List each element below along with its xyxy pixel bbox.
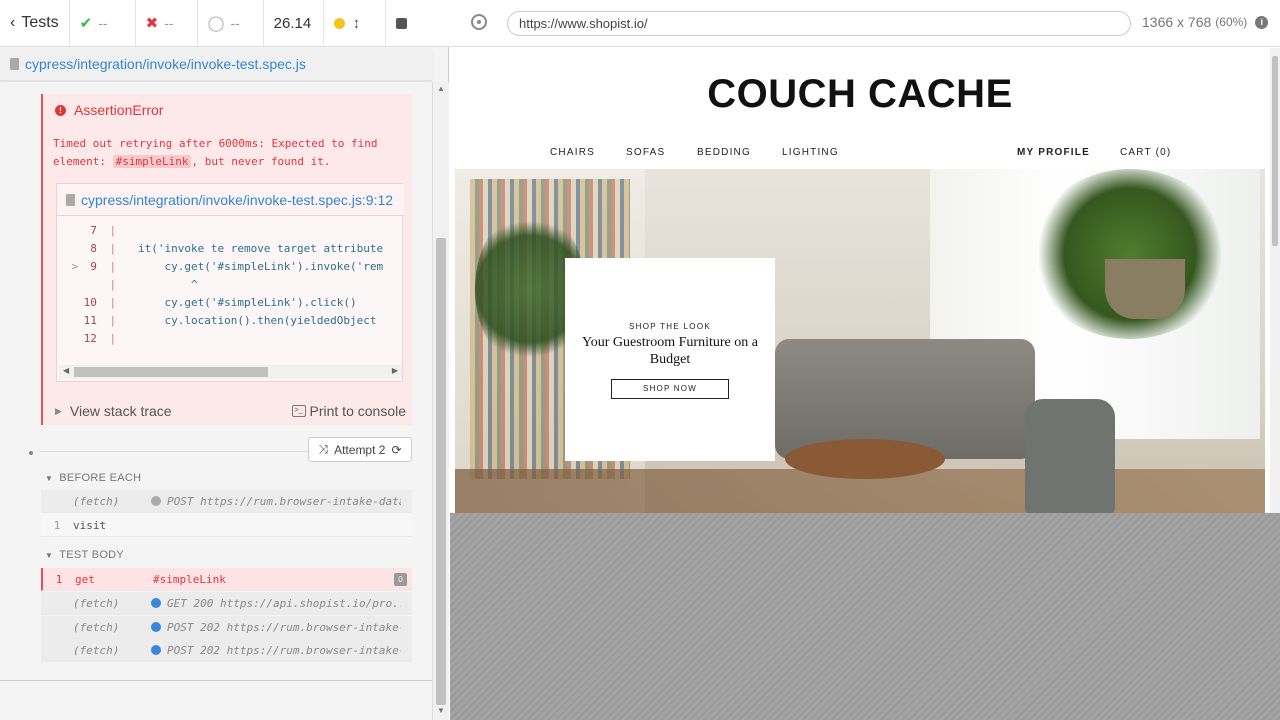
reporter-header: ‹ Tests ✔ -- ✖ -- ◯ -- 26.14 ↕	[0, 0, 449, 47]
view-stack-trace-toggle[interactable]: ▶ View stack trace	[55, 403, 172, 419]
running-dot-icon	[333, 17, 345, 29]
spec-path-link[interactable]: cypress/integration/invoke/invoke-test.s…	[25, 56, 306, 72]
code-line: | ^	[102, 278, 198, 291]
nav-cart[interactable]: CART (0)	[1120, 147, 1171, 158]
url-bar[interactable]: https://www.shopist.io/	[507, 11, 1131, 36]
command-row[interactable]: (fetch) POST 202 https://rum.browser-int…	[41, 616, 412, 639]
reporter-vertical-scrollbar[interactable]: ▲ ▼	[432, 82, 449, 720]
code-line: 11 | cy.location().then(yieldedObject	[83, 314, 377, 327]
cypress-runner: ‹ Tests ✔ -- ✖ -- ◯ -- 26.14 ↕ cypress/i…	[0, 0, 1280, 720]
status-dot-icon	[151, 622, 161, 632]
nav-lighting[interactable]: LIGHTING	[782, 147, 839, 158]
before-each-heading[interactable]: ▼ BEFORE EACH	[45, 472, 141, 484]
element-count-badge: 0	[394, 573, 407, 586]
promo-kicker: SHOP THE LOOK	[629, 322, 711, 331]
scrollbar-thumb[interactable]	[436, 238, 446, 705]
running-indicator[interactable]: ↕	[324, 0, 386, 46]
terminal-icon: >_	[291, 405, 306, 417]
scrollbar-thumb[interactable]	[74, 367, 268, 377]
autoscroll-toggle-icon[interactable]: ↕	[353, 15, 361, 32]
x-icon: ✖	[145, 15, 159, 32]
scroll-down-icon[interactable]: ▼	[437, 706, 445, 715]
circle-icon: ◯	[207, 15, 225, 32]
tests-back-button[interactable]: ‹ Tests	[0, 0, 70, 46]
shop-now-button[interactable]: SHOP NOW	[611, 379, 729, 399]
retry-icon: ⟳	[391, 442, 402, 457]
spec-file-bar[interactable]: cypress/integration/invoke/invoke-test.s…	[0, 48, 432, 81]
command-log: ! AssertionError Timed out retrying afte…	[0, 82, 432, 680]
reporter-footer	[0, 680, 432, 720]
code-line: 7 |	[90, 224, 117, 237]
selector-playground-icon[interactable]	[471, 14, 487, 30]
site-logo[interactable]: COUCH CACHE	[450, 72, 1270, 117]
attempt-toggle[interactable]: ⤨ Attempt 2 ⟳	[308, 437, 412, 462]
alert-icon: !	[55, 104, 66, 116]
tests-label: Tests	[21, 14, 59, 31]
command-row[interactable]: (fetch) POST https://rum.browser-intake-…	[41, 490, 412, 513]
viewport-info[interactable]: 1366 x 768 (60%) i	[1142, 14, 1269, 30]
failed-count: ✖ --	[136, 0, 198, 46]
duration: 26.14	[264, 0, 324, 46]
info-icon[interactable]: i	[1255, 15, 1269, 29]
error-selector: #simpleLink	[112, 155, 192, 168]
check-icon: ✔	[79, 15, 93, 32]
stop-icon	[395, 17, 407, 29]
aut-empty-area	[450, 513, 1280, 720]
aut-header: https://www.shopist.io/ 1366 x 768 (60%)…	[450, 0, 1280, 47]
test-body-heading[interactable]: ▼ TEST BODY	[45, 549, 124, 561]
status-dot-icon	[151, 645, 161, 655]
nav-bedding[interactable]: BEDDING	[697, 147, 751, 158]
scroll-up-icon[interactable]: ▲	[437, 84, 445, 93]
code-line: >9 | cy.get('#simpleLink').invoke('rem	[71, 260, 384, 273]
print-to-console-button[interactable]: >_ Print to console	[291, 403, 406, 419]
stop-button[interactable]	[386, 0, 417, 46]
nav-my-profile[interactable]: MY PROFILE	[1017, 147, 1090, 158]
attempt-divider	[40, 451, 308, 452]
reporter-panel: ‹ Tests ✔ -- ✖ -- ◯ -- 26.14 ↕ cypress/i…	[0, 0, 449, 720]
code-line: 10 | cy.get('#simpleLink').click()	[83, 296, 357, 309]
app-under-test-frame: COUCH CACHE CHAIRS SOFAS BEDDING LIGHTIN…	[450, 48, 1280, 513]
attempt-bullet	[29, 451, 33, 455]
status-dot-icon	[151, 496, 161, 506]
scroll-right-icon[interactable]: ▶	[392, 366, 398, 375]
command-row-failed[interactable]: 1 get #simpleLink 0	[41, 568, 412, 591]
codeframe-file-link[interactable]: cypress/integration/invoke/invoke-test.s…	[57, 184, 404, 216]
file-icon	[10, 58, 19, 70]
file-icon	[66, 193, 75, 206]
error-panel: ! AssertionError Timed out retrying afte…	[41, 94, 412, 425]
scroll-left-icon[interactable]: ◀	[63, 366, 69, 375]
codeframe-horizontal-scrollbar[interactable]: ◀ ▶	[59, 365, 402, 379]
error-message: Timed out retrying after 6000ms: Expecte…	[53, 137, 378, 168]
promo-headline: Your Guestroom Furniture on a Budget	[582, 335, 758, 367]
nav-sofas[interactable]: SOFAS	[626, 147, 665, 158]
status-dot-icon	[151, 598, 161, 608]
error-title: ! AssertionError	[55, 102, 163, 118]
command-row[interactable]: 1 visit	[41, 514, 412, 537]
error-name: AssertionError	[74, 102, 164, 118]
caret-down-icon: ▼	[45, 473, 54, 483]
chevron-left-icon: ‹	[10, 14, 16, 31]
passed-count: ✔ --	[70, 0, 136, 46]
code-lines: 7 | 8 | it('invoke te remove target attri…	[57, 224, 404, 350]
code-frame: cypress/integration/invoke/invoke-test.s…	[56, 183, 404, 382]
error-footer: ▶ View stack trace >_ Print to console	[43, 397, 412, 425]
aut-vertical-scrollbar[interactable]	[1270, 48, 1280, 513]
command-row[interactable]: (fetch) POST 202 https://rum.browser-int…	[41, 639, 412, 662]
caret-down-icon: ▼	[45, 550, 54, 560]
nav-chairs[interactable]: CHAIRS	[550, 147, 595, 158]
promo-card: SHOP THE LOOK Your Guestroom Furniture o…	[565, 258, 775, 461]
code-line: 8 | it('invoke te remove target attribut…	[90, 242, 384, 255]
code-line: 12 |	[83, 332, 117, 345]
collapse-icon: ⤨	[318, 442, 329, 456]
command-row[interactable]: (fetch) GET 200 https://api.shopist.io/p…	[41, 592, 412, 615]
caret-right-icon: ▶	[55, 405, 62, 416]
pending-count: ◯ --	[198, 0, 264, 46]
